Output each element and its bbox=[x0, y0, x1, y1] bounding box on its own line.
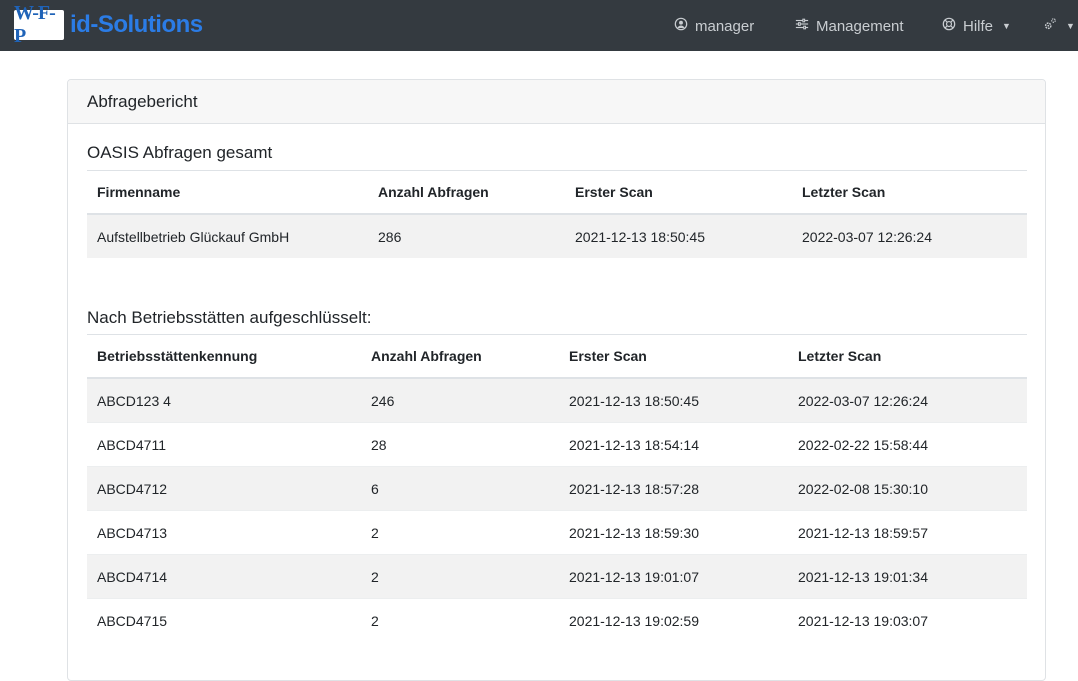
cogs-icon bbox=[1043, 17, 1057, 35]
brand-home-link[interactable]: W-F-P id-Solutions bbox=[14, 2, 203, 47]
column-header: Erster Scan bbox=[565, 170, 792, 215]
first-scan-cell: 2021-12-13 18:50:45 bbox=[559, 377, 788, 423]
first-scan-cell: 2021-12-13 18:59:30 bbox=[559, 510, 788, 555]
first-scan-cell: 2021-12-13 18:50:45 bbox=[565, 213, 792, 258]
site-id-cell: ABCD4711 bbox=[87, 422, 361, 467]
table-row: Aufstellbetrieb Glückauf GmbH 286 2021-1… bbox=[87, 213, 1027, 258]
site-id-cell: ABCD4713 bbox=[87, 510, 361, 555]
query-count-cell: 2 bbox=[361, 598, 559, 642]
first-scan-cell: 2021-12-13 19:02:59 bbox=[559, 598, 788, 642]
site-id-cell: ABCD4712 bbox=[87, 466, 361, 511]
column-header: Betriebsstättenkennung bbox=[87, 334, 361, 379]
caret-down-icon: ▼ bbox=[1002, 21, 1011, 31]
column-header: Anzahl Abfragen bbox=[368, 170, 565, 215]
lifebuoy-icon bbox=[942, 17, 956, 35]
column-header: Letzter Scan bbox=[792, 170, 1027, 215]
query-count-cell: 286 bbox=[368, 213, 565, 258]
query-count-cell: 246 bbox=[361, 377, 559, 423]
last-scan-cell: 2022-02-08 15:30:10 bbox=[788, 466, 1027, 511]
report-title: Abfragebericht bbox=[68, 80, 1045, 124]
table-header-row: Firmenname Anzahl Abfragen Erster Scan L… bbox=[87, 170, 1027, 215]
query-count-cell: 2 bbox=[361, 510, 559, 555]
sliders-icon bbox=[795, 17, 809, 35]
first-scan-cell: 2021-12-13 19:01:07 bbox=[559, 554, 788, 599]
company-name-cell: Aufstellbetrieb Glückauf GmbH bbox=[87, 213, 368, 258]
table-row: ABCD4714 2 2021-12-13 19:01:07 2021-12-1… bbox=[87, 554, 1027, 599]
last-scan-cell: 2022-03-07 12:26:24 bbox=[788, 377, 1027, 423]
report-card: Abfragebericht OASIS Abfragen gesamt Fir… bbox=[67, 79, 1046, 681]
total-table: Firmenname Anzahl Abfragen Erster Scan L… bbox=[87, 170, 1027, 258]
management-link[interactable]: Management bbox=[795, 17, 904, 35]
settings-dropdown[interactable]: ▼ bbox=[1043, 17, 1075, 35]
user-circle-icon bbox=[674, 17, 688, 35]
query-count-cell: 2 bbox=[361, 554, 559, 599]
table-row: ABCD4712 6 2021-12-13 18:57:28 2022-02-0… bbox=[87, 466, 1027, 511]
brand-name: id-Solutions bbox=[70, 11, 203, 38]
wfp-logo: W-F-P bbox=[14, 2, 64, 47]
first-scan-cell: 2021-12-13 18:57:28 bbox=[559, 466, 788, 511]
query-count-cell: 28 bbox=[361, 422, 559, 467]
column-header: Letzter Scan bbox=[788, 334, 1027, 379]
site-id-cell: ABCD4715 bbox=[87, 598, 361, 642]
user-menu-link[interactable]: manager bbox=[674, 17, 754, 35]
column-header: Firmenname bbox=[87, 170, 368, 215]
by-site-table: Betriebsstättenkennung Anzahl Abfragen E… bbox=[87, 334, 1027, 642]
table-header-row: Betriebsstättenkennung Anzahl Abfragen E… bbox=[87, 334, 1027, 379]
site-id-cell: ABCD123 4 bbox=[87, 377, 361, 423]
column-header: Anzahl Abfragen bbox=[361, 334, 559, 379]
help-label: Hilfe bbox=[963, 17, 994, 35]
site-id-cell: ABCD4714 bbox=[87, 554, 361, 599]
table-row: ABCD4711 28 2021-12-13 18:54:14 2022-02-… bbox=[87, 422, 1027, 467]
last-scan-cell: 2021-12-13 19:03:07 bbox=[788, 598, 1027, 642]
last-scan-cell: 2021-12-13 18:59:57 bbox=[788, 510, 1027, 555]
caret-down-icon: ▼ bbox=[1066, 21, 1075, 31]
top-navbar: W-F-P id-Solutions manager Management Hi… bbox=[0, 0, 1078, 51]
table-row: ABCD4713 2 2021-12-13 18:59:30 2021-12-1… bbox=[87, 510, 1027, 555]
last-scan-cell: 2022-03-07 12:26:24 bbox=[792, 213, 1027, 258]
last-scan-cell: 2021-12-13 19:01:34 bbox=[788, 554, 1027, 599]
table-row: ABCD4715 2 2021-12-13 19:02:59 2021-12-1… bbox=[87, 598, 1027, 642]
column-header: Erster Scan bbox=[559, 334, 788, 379]
query-count-cell: 6 bbox=[361, 466, 559, 511]
first-scan-cell: 2021-12-13 18:54:14 bbox=[559, 422, 788, 467]
table-row: ABCD123 4 246 2021-12-13 18:50:45 2022-0… bbox=[87, 377, 1027, 423]
help-dropdown[interactable]: Hilfe ▼ bbox=[942, 17, 1011, 35]
management-label: Management bbox=[816, 17, 904, 35]
by-site-section-heading: Nach Betriebsstätten aufgeschlüsselt: bbox=[87, 308, 372, 327]
total-section-heading: OASIS Abfragen gesamt bbox=[87, 143, 273, 162]
last-scan-cell: 2022-02-22 15:58:44 bbox=[788, 422, 1027, 467]
user-label: manager bbox=[695, 17, 755, 35]
